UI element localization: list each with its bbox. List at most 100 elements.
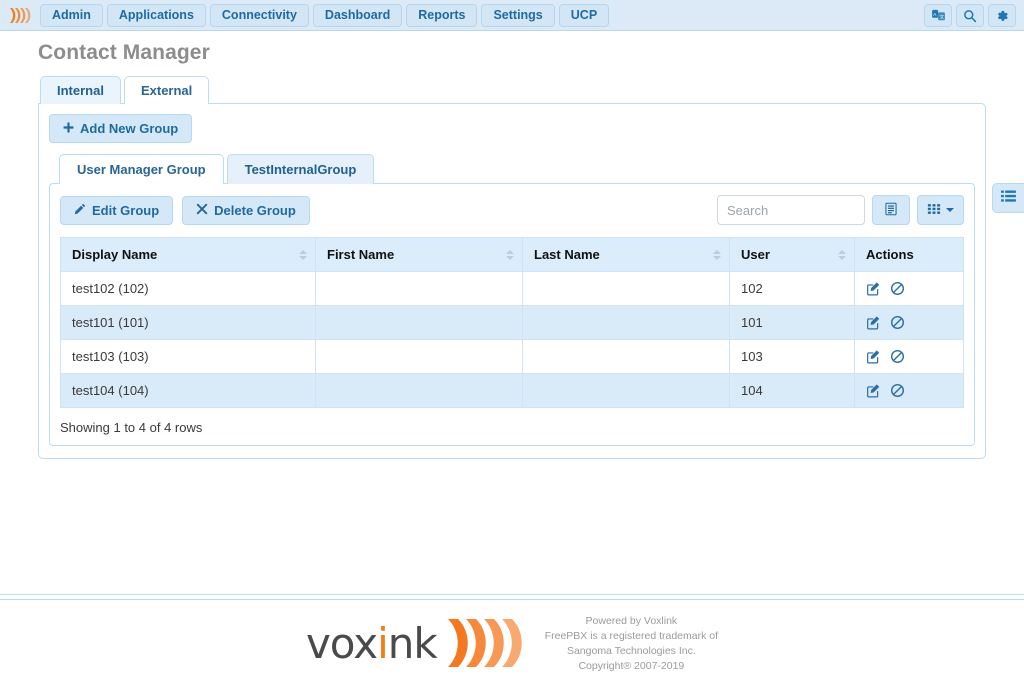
cell-user: 101 — [729, 305, 855, 340]
group-content-panel: Edit Group Delete Group Search Display N… — [49, 183, 975, 446]
sort-indicator-icon — [838, 249, 846, 260]
language-translate-icon[interactable]: A 文 — [924, 4, 952, 27]
cell-display-name: test103 (103) — [60, 339, 316, 374]
group-tab-testinternalgroup[interactable]: TestInternalGroup — [226, 154, 375, 184]
sort-indicator-icon — [713, 249, 721, 260]
group-tab-user-manager-group[interactable]: User Manager Group — [59, 154, 224, 184]
contacts-table-body: test102 (102) 102 test101 (101) 101 test… — [60, 271, 964, 408]
edit-contact-icon[interactable] — [866, 281, 881, 296]
edit-group-label: Edit Group — [92, 202, 160, 218]
plus-icon — [63, 121, 74, 136]
footer-line: FreePBX is a registered trademark of — [544, 630, 719, 643]
column-header-label: First Name — [327, 247, 395, 262]
nav-item-label: Settings — [493, 8, 543, 22]
tab-external[interactable]: External — [123, 76, 210, 104]
nav-item-reports[interactable]: Reports — [406, 3, 478, 27]
voxlink-text-right: nk — [387, 619, 438, 668]
page-title: Contact Manager — [38, 41, 210, 64]
pencil-icon — [74, 203, 86, 218]
column-header-user[interactable]: User — [729, 237, 855, 272]
brand-logo-icon[interactable] — [8, 4, 34, 26]
page-footer: voxink Powered by Voxlink FreePBX is a r… — [0, 605, 1024, 683]
sort-indicator-icon — [506, 249, 514, 260]
navbar-right-actions: A 文 — [924, 0, 1016, 31]
contacts-table: Display Name First Name Last Name User A… — [60, 237, 964, 408]
column-header-actions: Actions — [854, 237, 964, 272]
edit-contact-icon[interactable] — [866, 349, 881, 364]
cell-last-name — [522, 339, 730, 374]
column-header-display-name[interactable]: Display Name — [60, 237, 316, 272]
cell-actions — [854, 305, 964, 340]
table-row[interactable]: test101 (101) 101 — [60, 305, 964, 340]
toolbar-right-actions — [717, 195, 964, 225]
nav-item-dashboard[interactable]: Dashboard — [312, 3, 403, 27]
add-new-group-button[interactable]: Add New Group — [49, 114, 193, 143]
voxlink-wordmark: voxink — [306, 623, 438, 665]
voxlink-text-i: i — [377, 619, 389, 668]
search-input[interactable] — [717, 195, 865, 225]
footer-line: Copyright® 2007-2019 — [578, 659, 685, 672]
cell-display-name: test101 (101) — [60, 305, 316, 340]
column-header-first-name[interactable]: First Name — [315, 237, 523, 272]
nav-item-label: Connectivity — [221, 8, 297, 22]
cell-actions — [854, 271, 964, 306]
times-icon — [196, 203, 208, 218]
edit-contact-icon[interactable] — [866, 315, 881, 330]
voxlink-wave-logo-icon — [445, 616, 523, 673]
nav-item-connectivity[interactable]: Connectivity — [209, 3, 309, 27]
detail-view-button[interactable] — [872, 195, 910, 225]
table-row[interactable]: test102 (102) 102 — [60, 271, 964, 306]
nav-item-label: Reports — [418, 8, 466, 22]
gear-icon[interactable] — [988, 4, 1016, 27]
top-navbar: Admin Applications Connectivity Dashboar… — [0, 0, 1024, 31]
pagination-info: Showing 1 to 4 of 4 rows — [60, 420, 203, 435]
detail-view-icon — [884, 202, 898, 219]
cell-user: 104 — [729, 373, 855, 408]
column-header-last-name[interactable]: Last Name — [522, 237, 730, 272]
nav-item-applications[interactable]: Applications — [106, 3, 206, 27]
table-toolbar: Edit Group Delete Group — [60, 195, 964, 225]
footer-line: Sangoma Technologies Inc. — [566, 645, 696, 657]
nav-item-ucp[interactable]: UCP — [558, 3, 610, 27]
footer-divider-top — [0, 594, 1024, 595]
nav-item-label: Dashboard — [324, 8, 391, 22]
side-panel-toggle[interactable] — [992, 183, 1024, 213]
disable-contact-icon[interactable] — [890, 315, 905, 330]
disable-contact-icon[interactable] — [890, 383, 905, 398]
cell-first-name — [315, 271, 523, 306]
cell-display-name: test104 (104) — [60, 373, 316, 408]
cell-first-name — [315, 373, 523, 408]
edit-contact-icon[interactable] — [866, 383, 881, 398]
tab-label: Internal — [57, 83, 104, 98]
table-row[interactable]: test104 (104) 104 — [60, 373, 964, 408]
voxlink-text-left: vox — [305, 619, 378, 668]
delete-group-button[interactable]: Delete Group — [182, 195, 310, 225]
cell-user: 103 — [729, 339, 855, 374]
contact-type-tabs: Internal External — [38, 76, 986, 104]
cell-last-name — [522, 271, 730, 306]
disable-contact-icon[interactable] — [890, 349, 905, 364]
search-icon[interactable] — [956, 4, 984, 27]
cell-first-name — [315, 339, 523, 374]
disable-contact-icon[interactable] — [890, 281, 905, 296]
cell-last-name — [522, 373, 730, 408]
contacts-table-header: Display Name First Name Last Name User A… — [60, 237, 964, 272]
group-tab-label: User Manager Group — [77, 162, 206, 177]
table-row[interactable]: test103 (103) 103 — [60, 339, 964, 374]
edit-group-button[interactable]: Edit Group — [60, 195, 174, 225]
nav-item-settings[interactable]: Settings — [481, 3, 555, 27]
columns-grid-icon — [927, 202, 941, 219]
cell-last-name — [522, 305, 730, 340]
content-area: Internal External Add New Group User Man… — [0, 76, 1024, 459]
columns-dropdown-button[interactable] — [917, 195, 964, 225]
nav-item-label: UCP — [570, 8, 598, 22]
footer-copyright: Powered by Voxlink FreePBX is a register… — [545, 614, 718, 674]
column-header-label: Display Name — [72, 247, 158, 262]
tab-label: External — [140, 83, 193, 98]
nav-item-admin[interactable]: Admin — [40, 3, 103, 27]
table-header-row: Display Name First Name Last Name User A… — [60, 237, 964, 272]
column-header-label: Last Name — [534, 247, 600, 262]
tab-internal[interactable]: Internal — [40, 76, 121, 104]
group-tab-label: TestInternalGroup — [244, 162, 357, 177]
delete-group-label: Delete Group — [214, 202, 296, 218]
